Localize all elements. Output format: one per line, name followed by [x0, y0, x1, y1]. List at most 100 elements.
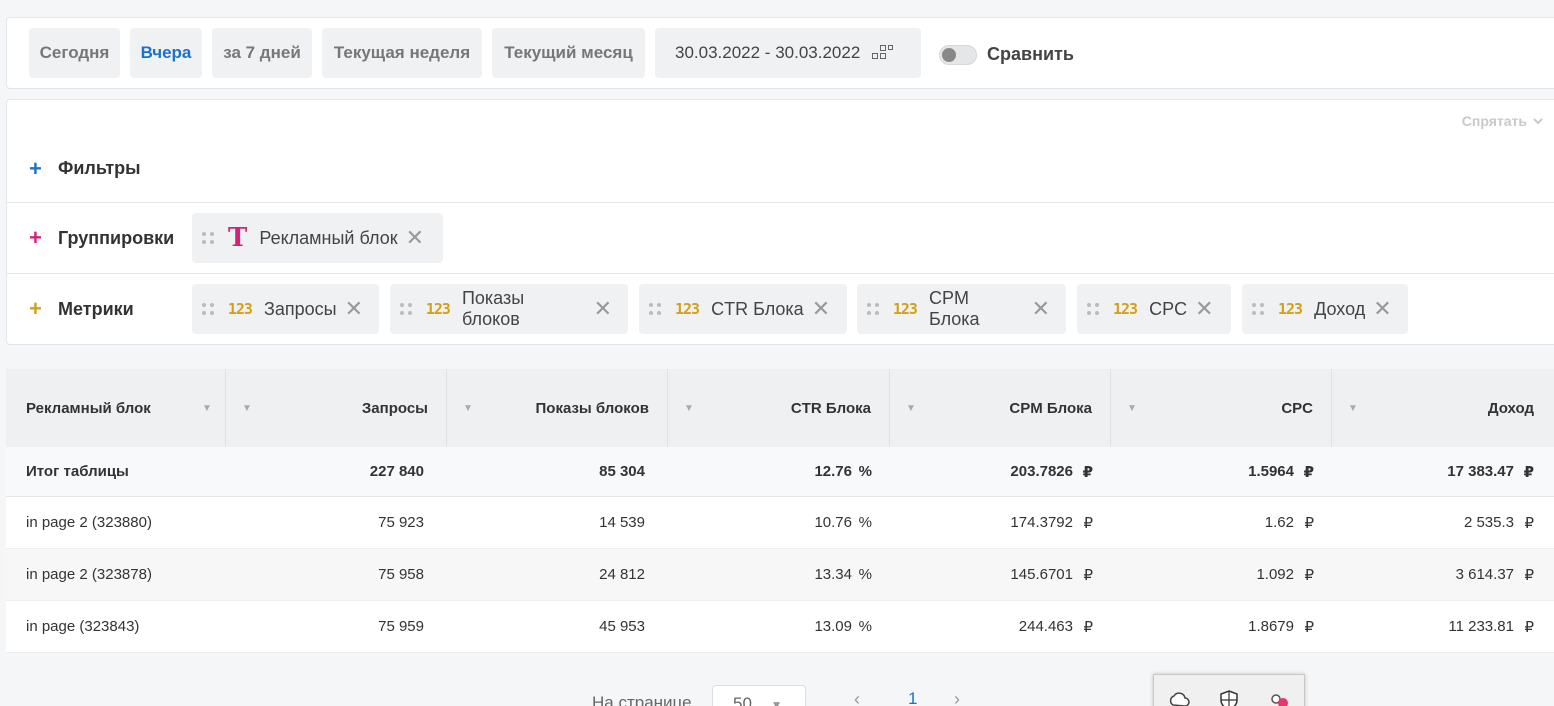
hide-panel-button[interactable]: Спрятать	[1462, 113, 1543, 129]
number-type-icon: 123	[892, 300, 918, 318]
total-label: Итог таблицы	[26, 463, 129, 480]
sort-icon[interactable]: ▼	[1348, 403, 1358, 414]
groupings-row: + Группировки T Рекламный блок ✕	[7, 203, 1554, 274]
column-title: Показы блоков	[535, 399, 650, 417]
grouping-chip-ad-block[interactable]: T Рекламный блок ✕	[192, 213, 443, 263]
remove-icon[interactable]: ✕	[1373, 296, 1391, 322]
unit: %	[858, 463, 872, 480]
drag-handle-icon[interactable]	[202, 230, 216, 246]
unit: ₽	[1524, 566, 1534, 584]
drag-handle-icon[interactable]	[400, 301, 414, 317]
period-current-month-button[interactable]: Текущий месяц	[492, 28, 645, 78]
column-header-impressions[interactable]: ▼ Показы блоков	[447, 369, 668, 447]
unit: ₽	[1524, 618, 1534, 636]
cell-cpc: 1.8679	[1248, 618, 1294, 635]
drag-handle-icon[interactable]	[867, 301, 881, 317]
remove-icon[interactable]: ✕	[406, 225, 424, 251]
toggle-knob	[942, 48, 956, 62]
chip-label: Доход	[1314, 298, 1366, 319]
filters-label: Фильтры	[58, 158, 141, 178]
remove-icon[interactable]: ✕	[1032, 296, 1050, 322]
per-page-select[interactable]: 50 ▼	[712, 685, 806, 706]
column-header-cpm[interactable]: ▼ CPM Блока	[890, 369, 1111, 447]
unit: ₽	[1083, 514, 1093, 532]
column-header-cpc[interactable]: ▼ CPC	[1111, 369, 1332, 447]
number-type-icon: 123	[675, 300, 700, 318]
date-range-picker[interactable]: 30.03.2022 - 30.03.2022	[655, 28, 921, 78]
column-header-ctr[interactable]: ▼ CTR Блока	[668, 369, 890, 447]
page-number[interactable]: 1	[908, 689, 917, 706]
cell-impressions: 45 953	[599, 618, 645, 635]
period-yesterday-button[interactable]: Вчера	[130, 28, 202, 78]
period-bar: Сегодня Вчера за 7 дней Текущая неделя Т…	[6, 17, 1554, 89]
system-tray-popup	[1153, 674, 1305, 706]
cell-ctr: 13.34	[814, 566, 852, 583]
table-row[interactable]: in page (323843) 75 959 45 953 13.09% 24…	[6, 601, 1554, 653]
cell-requests: 75 959	[378, 618, 424, 635]
add-filter-icon[interactable]: +	[29, 158, 42, 180]
compare-toggle[interactable]	[939, 45, 977, 65]
metric-chip-cpc[interactable]: 123 CPC ✕	[1077, 284, 1231, 334]
column-title: Запросы	[361, 399, 428, 417]
cell-revenue: 11 233.81	[1448, 618, 1514, 635]
total-requests: 227 840	[369, 463, 424, 480]
cell-cpc: 1.62	[1264, 514, 1294, 531]
app-icon[interactable]	[1268, 689, 1290, 706]
metric-chip-requests[interactable]: 123 Запросы ✕	[192, 284, 379, 334]
drag-handle-icon[interactable]	[202, 301, 216, 317]
column-title: Доход	[1487, 399, 1534, 417]
add-metric-icon[interactable]: +	[29, 298, 42, 320]
cell-cpc: 1.092	[1256, 566, 1294, 583]
metric-chip-ctr[interactable]: 123 CTR Блока ✕	[639, 284, 847, 334]
sort-icon[interactable]: ▼	[684, 403, 694, 414]
chevron-down-icon: ▼	[770, 698, 783, 706]
remove-icon[interactable]: ✕	[345, 296, 363, 322]
remove-icon[interactable]: ✕	[812, 296, 830, 322]
table-row[interactable]: in page 2 (323880) 75 923 14 539 10.76% …	[6, 497, 1554, 549]
table-row[interactable]: in page 2 (323878) 75 958 24 812 13.34% …	[6, 549, 1554, 601]
text-type-icon: T	[228, 223, 248, 253]
remove-icon[interactable]: ✕	[594, 296, 612, 322]
next-page-icon[interactable]: ›	[954, 689, 960, 706]
total-ctr: 12.76	[814, 463, 852, 480]
number-type-icon: 123	[1113, 300, 1138, 318]
sort-icon[interactable]: ▼	[1127, 403, 1137, 414]
metric-chip-cpm[interactable]: 123 CPM Блока ✕	[857, 284, 1066, 334]
period-today-button[interactable]: Сегодня	[29, 28, 120, 78]
unit: ₽	[1082, 463, 1093, 481]
unit: ₽	[1304, 618, 1314, 636]
drag-handle-icon[interactable]	[1087, 301, 1101, 317]
row-ad-block-name: in page 2 (323880)	[26, 514, 152, 531]
drag-handle-icon[interactable]	[649, 301, 663, 317]
cell-cpm: 244.463	[1018, 618, 1073, 635]
column-title: CTR Блока	[790, 399, 871, 417]
sort-icon[interactable]: ▼	[906, 403, 916, 414]
unit: ₽	[1303, 463, 1314, 481]
period-7-days-button[interactable]: за 7 дней	[212, 28, 312, 78]
cell-ctr: 13.09	[814, 618, 852, 635]
compare-label: Сравнить	[987, 44, 1074, 64]
drag-handle-icon[interactable]	[1252, 301, 1266, 317]
column-header-revenue[interactable]: ▼ Доход	[1332, 369, 1554, 447]
cell-impressions: 14 539	[599, 514, 645, 531]
period-current-week-button[interactable]: Текущая неделя	[322, 28, 482, 78]
metric-chip-revenue[interactable]: 123 Доход ✕	[1242, 284, 1408, 334]
cell-impressions: 24 812	[599, 566, 645, 583]
sort-icon[interactable]: ▼	[463, 403, 473, 414]
shield-icon[interactable]	[1218, 689, 1240, 706]
date-range-value: 30.03.2022 - 30.03.2022	[675, 43, 861, 62]
metric-chip-impressions[interactable]: 123 Показы блоков ✕	[390, 284, 628, 334]
cell-ctr: 10.76	[814, 514, 852, 531]
remove-icon[interactable]: ✕	[1195, 296, 1213, 322]
row-ad-block-name: in page 2 (323878)	[26, 566, 152, 583]
sort-icon[interactable]: ▼	[242, 403, 252, 414]
cloud-icon[interactable]	[1168, 689, 1190, 706]
prev-page-icon[interactable]: ‹	[854, 689, 860, 706]
report-settings-panel: Спрятать + Фильтры + Группировки T Рекла…	[6, 99, 1554, 345]
add-grouping-icon[interactable]: +	[29, 227, 42, 249]
unit: ₽	[1083, 618, 1093, 636]
sort-icon[interactable]: ▼	[202, 403, 212, 414]
column-header-ad-block[interactable]: Рекламный блок ▼	[6, 369, 226, 447]
cell-requests: 75 958	[378, 566, 424, 583]
column-header-requests[interactable]: ▼ Запросы	[226, 369, 447, 447]
